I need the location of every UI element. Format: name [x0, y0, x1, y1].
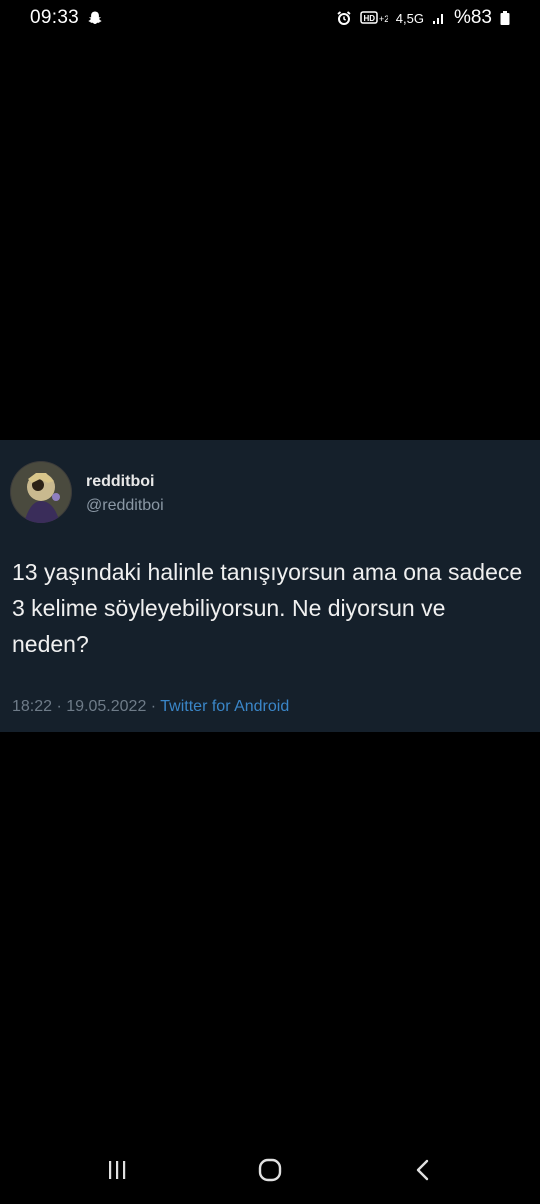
home-button[interactable]: [240, 1152, 300, 1192]
tweet-card[interactable]: redditboi @redditboi 13 yaşındaki halinl…: [0, 440, 540, 732]
navigation-bar: [0, 1140, 540, 1204]
snapchat-icon: [87, 10, 103, 26]
phone-screen: 09:33 HD +2 4,5G %83 redditboi @redditbo…: [0, 0, 540, 1204]
tweet-date[interactable]: 19.05.2022: [66, 698, 146, 715]
svg-text:HD: HD: [363, 14, 375, 23]
status-right: HD +2 4,5G %83: [336, 7, 510, 29]
battery-icon: [500, 10, 510, 26]
avatar[interactable]: [10, 461, 72, 523]
display-name[interactable]: redditboi: [86, 473, 154, 491]
tweet-text: 13 yaşındaki halinle tanışıyorsun ama on…: [12, 559, 523, 657]
recent-apps-button[interactable]: [87, 1152, 147, 1192]
back-button[interactable]: [393, 1152, 453, 1192]
back-icon: [412, 1158, 434, 1187]
alarm-icon: [336, 10, 352, 26]
signal-icon: [432, 11, 446, 25]
battery-percentage: %83: [453, 7, 492, 28]
tweet-source-link[interactable]: Twitter for Android: [160, 698, 289, 715]
home-icon: [257, 1157, 283, 1188]
meta-separator: ·: [146, 698, 161, 715]
recent-apps-icon: [106, 1159, 128, 1186]
meta-separator: ·: [52, 698, 67, 715]
status-time: 09:33: [30, 7, 80, 28]
svg-text:+2: +2: [379, 14, 388, 24]
status-bar: 09:33 HD +2 4,5G %83: [0, 0, 540, 36]
status-left: 09:33: [30, 7, 103, 29]
network-type-icon: 4,5G: [395, 10, 424, 26]
tweet-time[interactable]: 18:22: [12, 698, 52, 715]
user-handle[interactable]: @redditboi: [86, 497, 164, 515]
hd-volte-icon: HD +2: [360, 10, 388, 26]
tweet-meta: 18:22 · 19.05.2022 · Twitter for Android: [12, 698, 289, 716]
